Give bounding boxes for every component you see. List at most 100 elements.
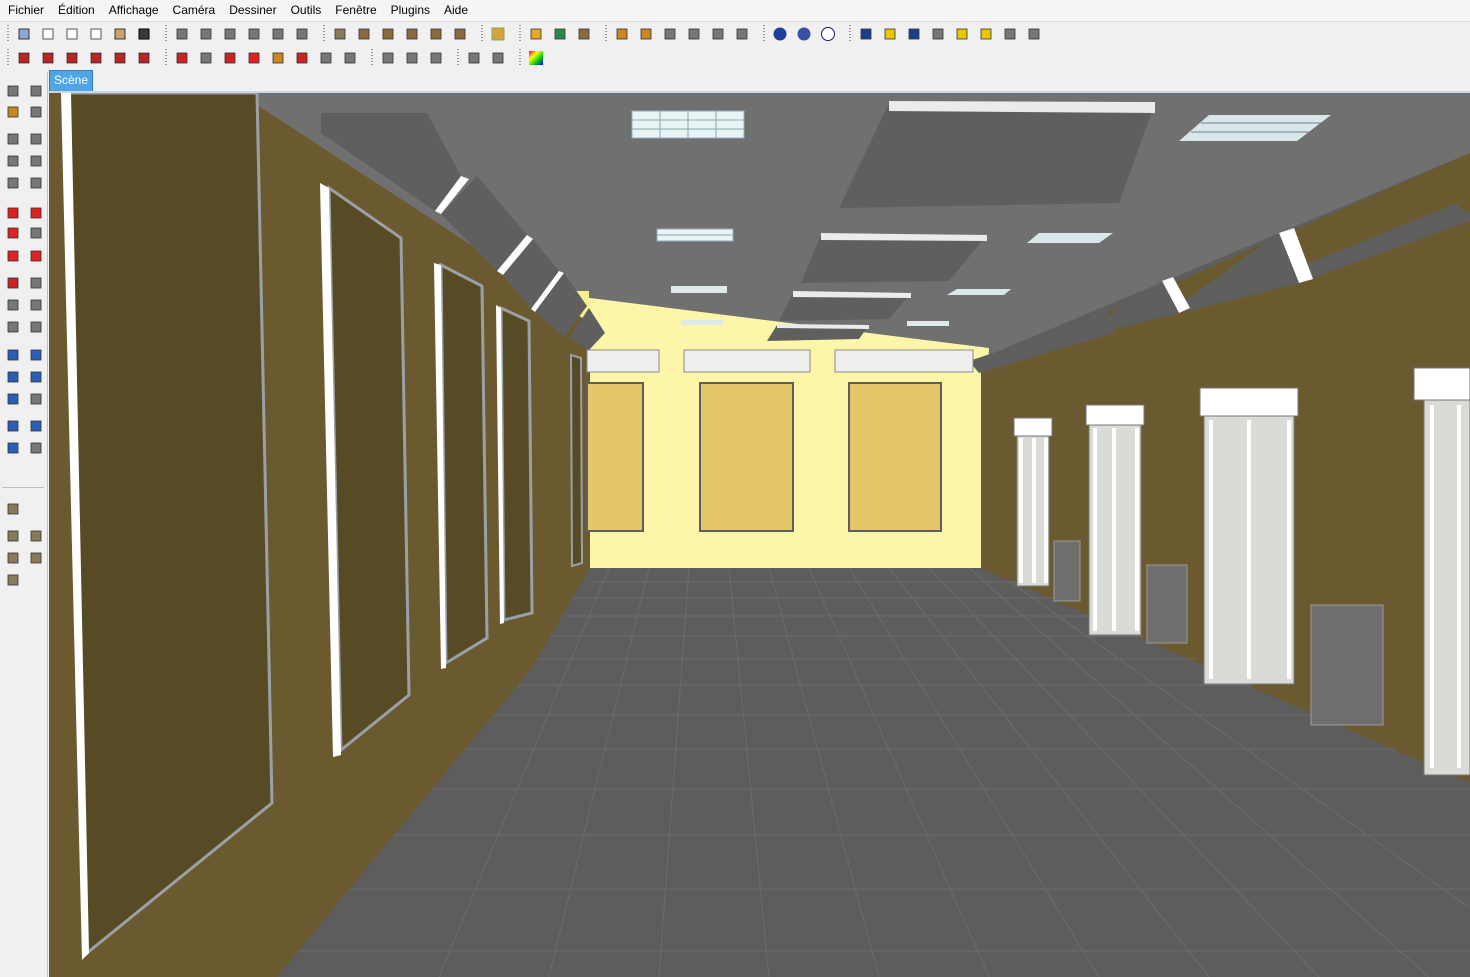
eraser-tool[interactable] <box>25 101 47 123</box>
push-pull-tool[interactable] <box>25 202 47 224</box>
3d-viewport[interactable] <box>49 93 1470 977</box>
menu-outils[interactable]: Outils <box>284 0 329 21</box>
component-f-tool[interactable] <box>2 569 24 591</box>
web-button[interactable] <box>487 47 509 69</box>
zoom-tool[interactable] <box>2 366 24 388</box>
tape-measure-tool[interactable] <box>2 272 24 294</box>
film-red-3-button[interactable] <box>61 47 83 69</box>
palette-button[interactable] <box>1023 23 1045 45</box>
follow-me-tool[interactable] <box>25 222 47 244</box>
arrow-yellow-button[interactable] <box>951 23 973 45</box>
eye-button[interactable] <box>401 47 423 69</box>
eyedropper-button[interactable] <box>635 23 657 45</box>
pan-tool[interactable] <box>25 344 47 366</box>
pencil-button[interactable] <box>611 23 633 45</box>
offset-tool[interactable] <box>25 245 47 267</box>
polygon-tool[interactable] <box>2 172 24 194</box>
section-plane-tool[interactable] <box>25 437 47 459</box>
paint-tool[interactable] <box>2 101 24 123</box>
info-button[interactable] <box>817 23 839 45</box>
film-red-1-button[interactable] <box>13 47 35 69</box>
orbit-tool[interactable] <box>2 344 24 366</box>
left-view-button[interactable] <box>133 23 155 45</box>
menu-aide[interactable]: Aide <box>437 0 475 21</box>
shaded-textures-style-button[interactable] <box>267 23 289 45</box>
xray-style-button[interactable] <box>171 23 193 45</box>
menu-fenetre[interactable]: Fenêtre <box>328 0 383 21</box>
axes-tool[interactable] <box>2 316 24 338</box>
measure-button[interactable] <box>171 47 193 69</box>
right-view-button[interactable] <box>85 23 107 45</box>
cylinder-button[interactable] <box>195 47 217 69</box>
text-tool[interactable] <box>25 294 47 316</box>
back-view-button[interactable] <box>109 23 131 45</box>
position-camera-tool[interactable] <box>2 415 24 437</box>
zoom-window-tool[interactable] <box>25 366 47 388</box>
film-red-5-button[interactable] <box>109 47 131 69</box>
component-e-tool[interactable] <box>25 547 47 569</box>
door-button[interactable] <box>353 23 375 45</box>
rotate-tool[interactable] <box>2 222 24 244</box>
rectangle-tool[interactable] <box>2 128 24 150</box>
window-block-button[interactable] <box>449 23 471 45</box>
menu-camera[interactable]: Caméra <box>166 0 223 21</box>
fd-button[interactable] <box>683 23 705 45</box>
menu-edition[interactable]: Édition <box>51 0 102 21</box>
frame-button[interactable] <box>339 47 361 69</box>
folder-button[interactable] <box>525 23 547 45</box>
monochrome-style-button[interactable] <box>291 23 313 45</box>
menu-dessiner[interactable]: Dessiner <box>222 0 283 21</box>
component-a-tool[interactable] <box>2 498 24 520</box>
warehouse-share-button[interactable] <box>573 23 595 45</box>
component-c-tool[interactable] <box>25 525 47 547</box>
globe-button[interactable] <box>549 23 571 45</box>
rotate-ring-button[interactable] <box>219 47 241 69</box>
rainbow-button[interactable] <box>525 47 547 69</box>
menu-fichier[interactable]: Fichier <box>0 0 51 21</box>
paint-bucket-button[interactable] <box>267 47 289 69</box>
component-b-tool[interactable] <box>2 525 24 547</box>
house-button[interactable] <box>377 23 399 45</box>
film-red-4-button[interactable] <box>85 47 107 69</box>
menu-affichage[interactable]: Affichage <box>102 0 166 21</box>
fire-button[interactable] <box>487 23 509 45</box>
render-button[interactable] <box>731 23 753 45</box>
film-button[interactable] <box>903 23 925 45</box>
film-red-2-button[interactable] <box>37 47 59 69</box>
person-button[interactable] <box>927 23 949 45</box>
bulb-button[interactable] <box>975 23 997 45</box>
shaded-style-button[interactable] <box>243 23 265 45</box>
previous-view-tool[interactable] <box>25 388 47 410</box>
move-tool[interactable] <box>2 202 24 224</box>
help-search-button[interactable] <box>793 23 815 45</box>
stairs-button[interactable] <box>425 47 447 69</box>
component-button[interactable] <box>329 23 351 45</box>
front-view-button[interactable] <box>61 23 83 45</box>
move-points-button[interactable] <box>243 47 265 69</box>
top-view-button[interactable] <box>37 23 59 45</box>
zoom-extents-tool[interactable] <box>2 388 24 410</box>
red-star-button[interactable] <box>291 47 313 69</box>
protractor-tool[interactable] <box>2 294 24 316</box>
look-around-tool[interactable] <box>25 415 47 437</box>
circle-tool[interactable] <box>2 150 24 172</box>
section-button[interactable] <box>659 23 681 45</box>
walk-tool[interactable] <box>2 437 24 459</box>
roof-button[interactable] <box>401 23 423 45</box>
layer-yellow-button[interactable] <box>879 23 901 45</box>
help-doc-button[interactable] <box>463 47 485 69</box>
eraser-outline-tool[interactable] <box>25 80 47 102</box>
outline-house-button[interactable] <box>425 23 447 45</box>
film-red-6-button[interactable] <box>133 47 155 69</box>
freehand-tool[interactable] <box>25 172 47 194</box>
line-tool[interactable] <box>25 128 47 150</box>
iso-view-button[interactable] <box>13 23 35 45</box>
scale-tool[interactable] <box>2 245 24 267</box>
section-box-button[interactable] <box>377 47 399 69</box>
help-button[interactable] <box>769 23 791 45</box>
3d-text-tool[interactable] <box>25 316 47 338</box>
plant-button[interactable] <box>707 23 729 45</box>
component-d-tool[interactable] <box>2 547 24 569</box>
hidden-line-style-button[interactable] <box>219 23 241 45</box>
select-tool[interactable] <box>2 80 24 102</box>
